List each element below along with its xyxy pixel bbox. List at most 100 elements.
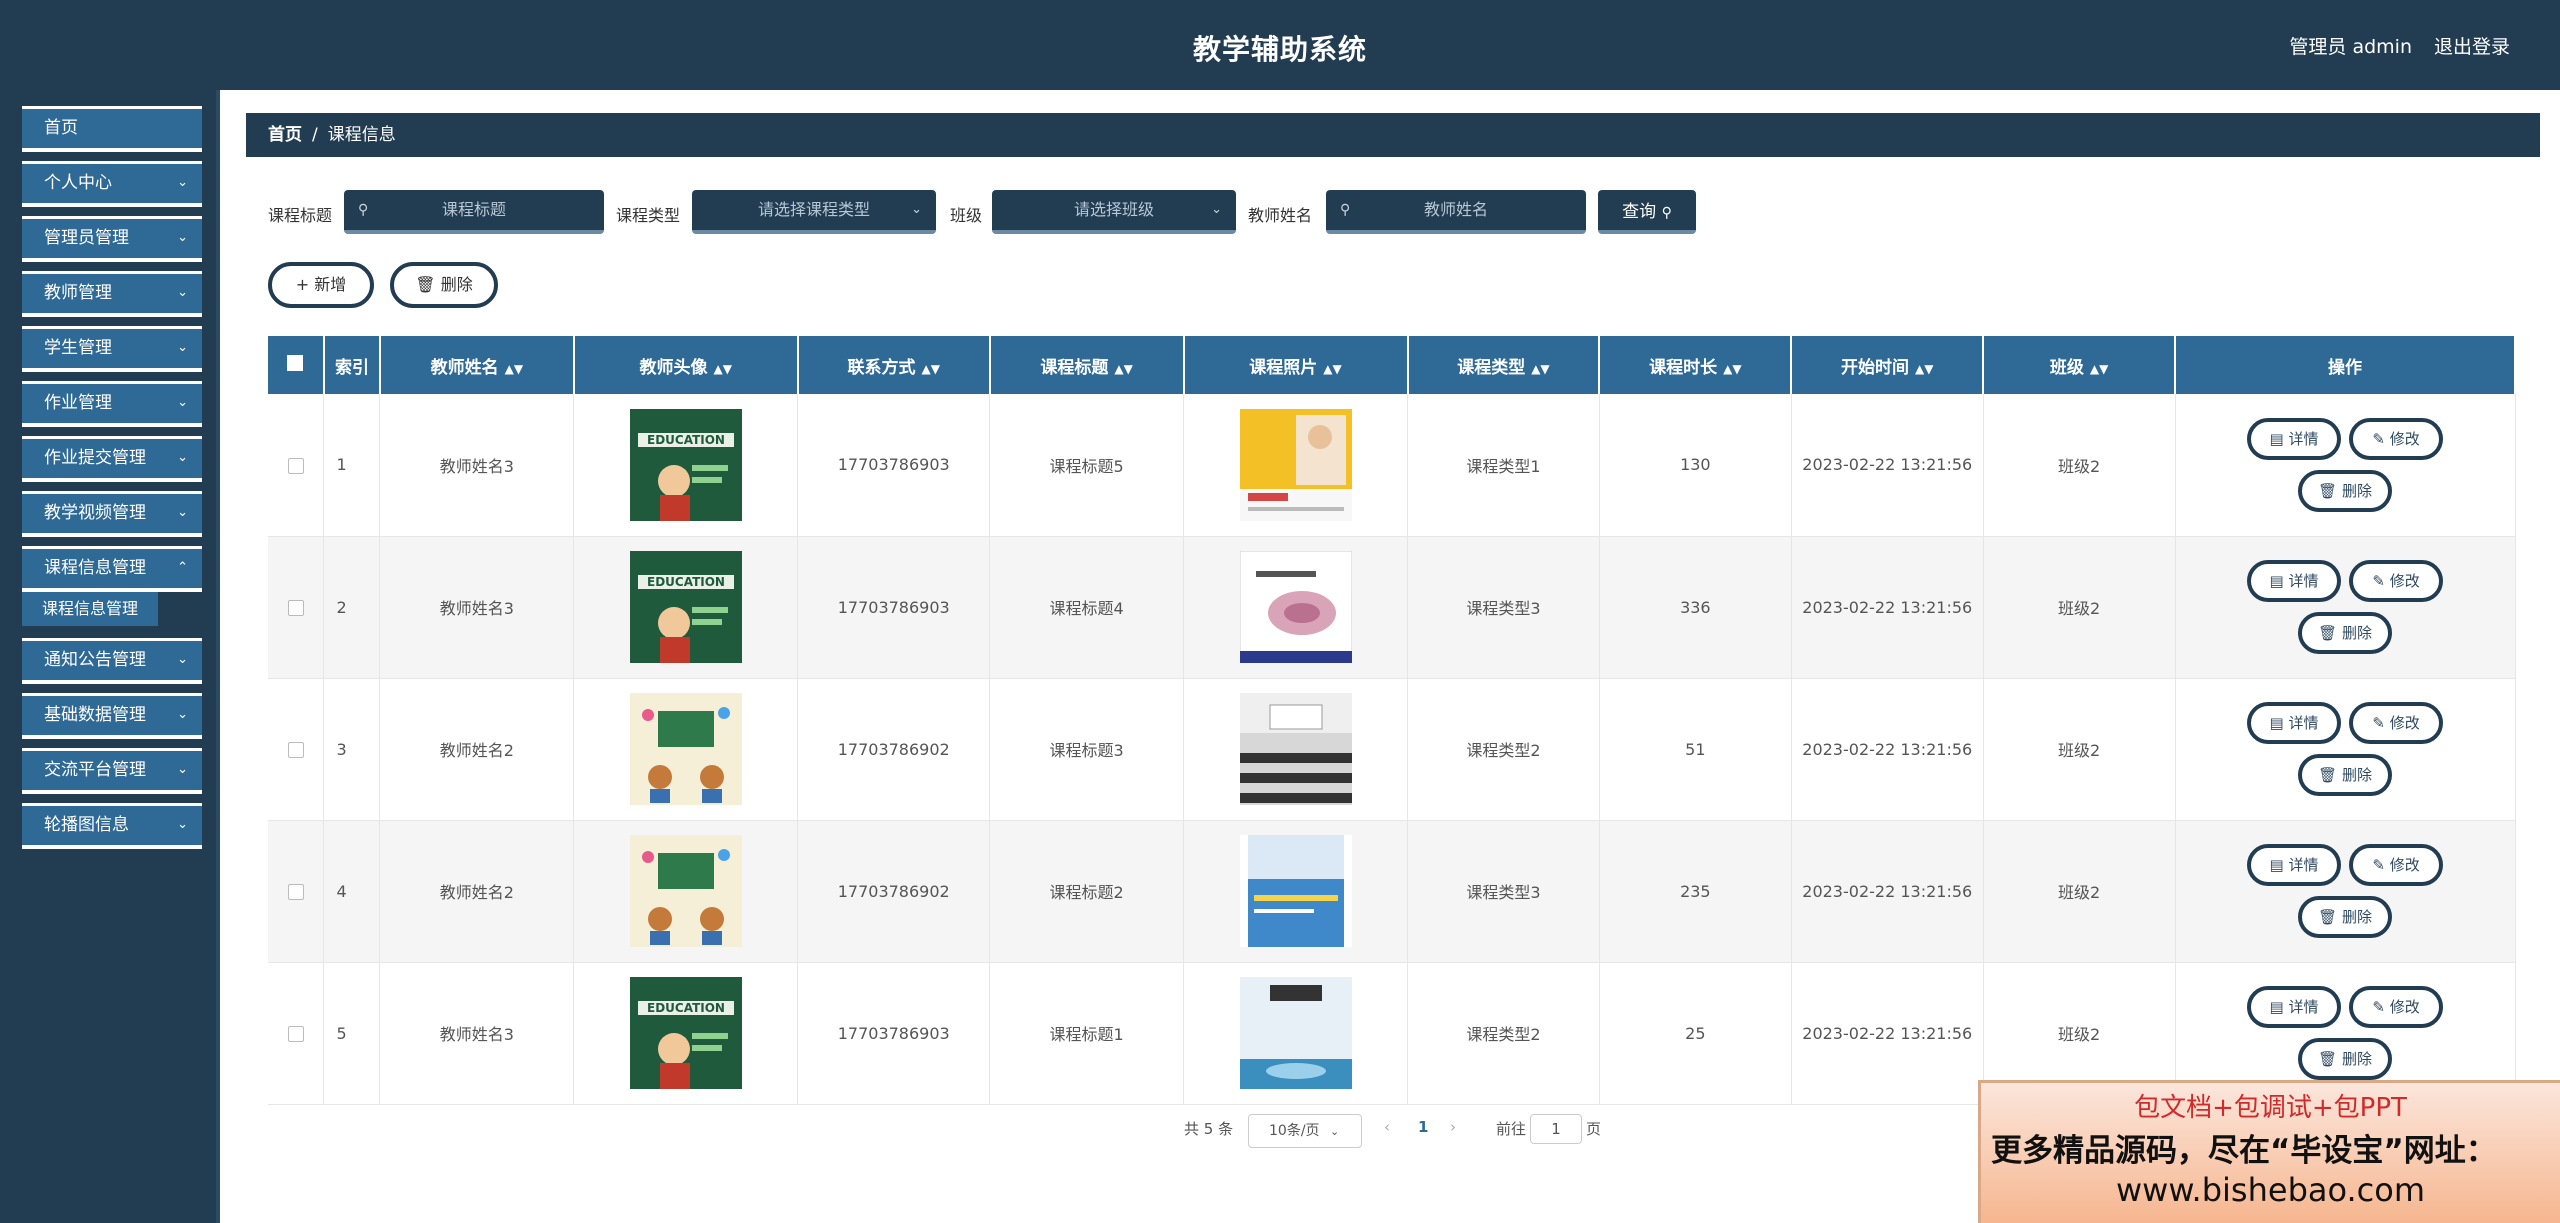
sidebar-item-student[interactable]: 学生管理 ⌄ bbox=[22, 326, 202, 372]
col-duration[interactable]: 课程时长 ▲▼ bbox=[1599, 336, 1793, 394]
edit-button[interactable]: ✎ 修改 bbox=[2349, 560, 2444, 602]
sidebar-item-basic-data[interactable]: 基础数据管理 ⌄ bbox=[22, 693, 202, 739]
chevron-down-icon: ⌄ bbox=[177, 707, 188, 722]
edit-button[interactable]: ✎ 修改 bbox=[2349, 702, 2444, 744]
col-photo[interactable]: 课程照片 ▲▼ bbox=[1183, 336, 1409, 394]
table-row: 1 教师姓名3 EDUCATION 17703786903 课程标题5 课程类型… bbox=[268, 394, 2516, 537]
trash-icon: 🗑 bbox=[2318, 908, 2338, 926]
col-start[interactable]: 开始时间 ▲▼ bbox=[1791, 336, 1985, 394]
col-phone[interactable]: 联系方式 ▲▼ bbox=[797, 336, 991, 394]
page-size-select[interactable]: 10条/页 ⌄ bbox=[1248, 1114, 1362, 1148]
row-checkbox[interactable] bbox=[287, 457, 304, 474]
row-select[interactable] bbox=[268, 678, 325, 821]
breadcrumb-home[interactable]: 首页 bbox=[268, 125, 302, 145]
edit-button[interactable]: ✎ 修改 bbox=[2349, 417, 2444, 460]
query-button[interactable]: 查询 ⚲ bbox=[1598, 190, 1696, 234]
cell-teacher: 教师姓名3 bbox=[379, 962, 575, 1105]
add-button[interactable]: + 新增 bbox=[268, 262, 374, 308]
teacher-name-input[interactable]: ⚲ 教师姓名 bbox=[1326, 190, 1586, 234]
sidebar-item-teacher[interactable]: 教师管理 ⌄ bbox=[22, 271, 202, 317]
chevron-down-icon: ⌄ bbox=[177, 285, 188, 300]
teacher-avatar-education-image[interactable]: EDUCATION bbox=[629, 408, 742, 521]
next-page-icon[interactable]: › bbox=[1450, 1118, 1456, 1136]
total-count: 共 5 条 bbox=[1184, 1120, 1234, 1138]
course-photo-image[interactable] bbox=[1239, 408, 1352, 521]
col-type[interactable]: 课程类型 ▲▼ bbox=[1407, 336, 1601, 394]
delete-button[interactable]: 🗑 删除 bbox=[2298, 612, 2393, 654]
class-select[interactable]: 请选择班级 ⌄ bbox=[992, 190, 1236, 234]
course-title-input[interactable]: ⚲ 课程标题 bbox=[344, 190, 604, 234]
sidebar-item-forum[interactable]: 交流平台管理 ⌄ bbox=[22, 748, 202, 794]
detail-button[interactable]: ▤ 详情 bbox=[2247, 844, 2342, 886]
teacher-avatar-education-image[interactable]: EDUCATION bbox=[629, 551, 742, 663]
col-class[interactable]: 班级 ▲▼ bbox=[1983, 336, 2177, 394]
chevron-down-icon: ⌄ bbox=[177, 652, 188, 667]
delete-button[interactable]: 🗑 删除 bbox=[2298, 1038, 2393, 1080]
prev-page-icon[interactable]: ‹ bbox=[1384, 1118, 1390, 1136]
teacher-avatar-classroom-image[interactable] bbox=[629, 693, 742, 805]
row-checkbox[interactable] bbox=[287, 742, 304, 758]
chevron-down-icon: ⌄ bbox=[177, 762, 188, 777]
sidebar-item-notice[interactable]: 通知公告管理 ⌄ bbox=[22, 638, 202, 684]
row-checkbox[interactable] bbox=[287, 1026, 304, 1042]
sidebar-item-submission[interactable]: 作业提交管理 ⌄ bbox=[22, 436, 202, 482]
col-teacher[interactable]: 教师姓名 ▲▼ bbox=[379, 336, 575, 394]
teacher-avatar-classroom-image[interactable] bbox=[629, 835, 742, 947]
pagination: 共 5 条 10条/页 ⌄ ‹ 1 › 前往 1 页 bbox=[1184, 1114, 1601, 1152]
cell-start: 2023-02-22 13:21:56 bbox=[1791, 394, 1984, 537]
sidebar-item-home[interactable]: 首页 bbox=[22, 106, 202, 152]
detail-button[interactable]: ▤ 详情 bbox=[2247, 417, 2342, 460]
goto-page-input[interactable]: 1 bbox=[1530, 1114, 1582, 1144]
course-photo-image[interactable] bbox=[1239, 835, 1352, 947]
sidebar-item-homework[interactable]: 作业管理 ⌄ bbox=[22, 381, 202, 427]
course-photo-image[interactable] bbox=[1239, 551, 1352, 663]
sidebar-item-carousel[interactable]: 轮播图信息 ⌄ bbox=[22, 803, 202, 849]
course-type-placeholder: 请选择课程类型 bbox=[757, 200, 870, 219]
sidebar-item-label: 轮播图信息 bbox=[44, 815, 129, 835]
bulk-delete-button[interactable]: 🗑 删除 bbox=[390, 262, 498, 308]
edit-icon: ✎ bbox=[2372, 429, 2385, 448]
cell-photo bbox=[1183, 536, 1408, 679]
sidebar-item-label: 首页 bbox=[44, 118, 78, 138]
sidebar-subitem-course-info[interactable]: 课程信息管理 bbox=[22, 592, 158, 626]
course-type-select[interactable]: 请选择课程类型 ⌄ bbox=[692, 190, 936, 234]
select-all-checkbox[interactable] bbox=[287, 354, 304, 371]
row-checkbox[interactable] bbox=[287, 600, 304, 616]
col-label: 教师姓名 bbox=[430, 357, 499, 378]
detail-button[interactable]: ▤ 详情 bbox=[2247, 702, 2342, 744]
sidebar-item-label: 教学视频管理 bbox=[44, 503, 146, 523]
sidebar-item-label: 课程信息管理 bbox=[44, 558, 146, 578]
table-header-row: 索引 教师姓名 ▲▼ 教师头像 ▲▼ 联系方式 ▲▼ 课程标题 ▲▼ 课程照片 ▲▼ 课程… bbox=[268, 336, 2516, 394]
sidebar-item-course[interactable]: 课程信息管理 ⌃ bbox=[22, 546, 202, 592]
detail-button[interactable]: ▤ 详情 bbox=[2247, 986, 2342, 1028]
sidebar-item-personal[interactable]: 个人中心 ⌄ bbox=[22, 161, 202, 207]
row-select[interactable] bbox=[268, 536, 325, 679]
teacher-avatar-education-image[interactable]: EDUCATION bbox=[629, 977, 742, 1089]
row-select[interactable] bbox=[268, 394, 325, 537]
delete-button[interactable]: 🗑 删除 bbox=[2298, 754, 2393, 796]
edit-button[interactable]: ✎ 修改 bbox=[2349, 844, 2444, 886]
detail-button[interactable]: ▤ 详情 bbox=[2247, 560, 2342, 602]
course-photo-image[interactable] bbox=[1239, 693, 1352, 805]
row-select[interactable] bbox=[268, 820, 325, 963]
sidebar-item-admin[interactable]: 管理员管理 ⌄ bbox=[22, 216, 202, 262]
delete-button[interactable]: 🗑 删除 bbox=[2298, 896, 2393, 938]
select-all-header[interactable] bbox=[268, 336, 325, 394]
col-avatar[interactable]: 教师头像 ▲▼ bbox=[573, 336, 799, 394]
page-number[interactable]: 1 bbox=[1418, 1118, 1428, 1136]
cell-teacher: 教师姓名2 bbox=[379, 820, 575, 963]
sidebar-item-label: 管理员管理 bbox=[44, 228, 129, 248]
sort-icon: ▲▼ bbox=[1114, 361, 1133, 376]
table-row: 2 教师姓名3 EDUCATION 17703786903 课程标题4 课程类型… bbox=[268, 536, 2516, 679]
sidebar-item-video[interactable]: 教学视频管理 ⌄ bbox=[22, 491, 202, 537]
row-checkbox[interactable] bbox=[287, 884, 304, 900]
col-label: 课程时长 bbox=[1649, 357, 1718, 378]
detail-label: 详情 bbox=[2288, 856, 2319, 874]
app-title: 教学辅助系统 bbox=[1192, 33, 1367, 66]
row-select[interactable] bbox=[268, 962, 325, 1105]
course-photo-image[interactable] bbox=[1239, 977, 1352, 1089]
logout-button[interactable]: 退出登录 bbox=[2434, 32, 2510, 59]
edit-button[interactable]: ✎ 修改 bbox=[2349, 986, 2444, 1028]
delete-button[interactable]: 🗑 删除 bbox=[2298, 469, 2393, 512]
col-title[interactable]: 课程标题 ▲▼ bbox=[989, 336, 1185, 394]
